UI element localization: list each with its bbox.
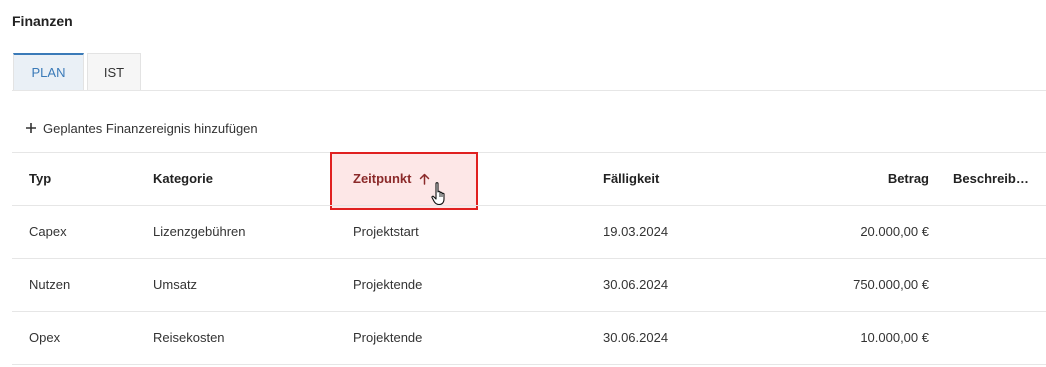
row-divider — [12, 364, 1046, 365]
cell-betrag: 20.000,00 € — [860, 224, 929, 239]
cell-faelligkeit: 19.03.2024 — [603, 224, 669, 239]
column-header-betrag[interactable]: Betrag — [830, 171, 929, 187]
cell-typ: Opex — [29, 330, 61, 345]
cell-betrag: 750.000,00 € — [853, 277, 929, 292]
table-top-divider — [12, 152, 1046, 153]
cell-zeitpunkt: Projektende — [353, 277, 423, 292]
cell-kategorie: Lizenzgebühren — [153, 224, 246, 239]
column-header-faelligkeit[interactable]: Fälligkeit — [603, 171, 659, 187]
cell-typ: Capex — [29, 224, 67, 239]
column-header-kategorie[interactable]: Kategorie — [153, 171, 213, 187]
arrow-up-icon — [419, 173, 430, 185]
column-header-zeitpunkt[interactable]: Zeitpunkt — [353, 171, 430, 187]
cell-typ: Nutzen — [29, 277, 71, 292]
column-header-zeitpunkt-label: Zeitpunkt — [353, 171, 412, 186]
column-header-beschreibung[interactable]: Beschreib… — [953, 171, 1029, 187]
tab-bar: PLAN IST — [13, 53, 141, 90]
cell-zeitpunkt: Projektstart — [353, 224, 419, 239]
cell-faelligkeit: 30.06.2024 — [603, 330, 669, 345]
hand-pointer-icon — [431, 181, 449, 212]
header-divider — [12, 205, 1046, 206]
tab-ist[interactable]: IST — [87, 53, 141, 90]
column-header-typ[interactable]: Typ — [29, 171, 51, 187]
tab-divider — [12, 90, 1046, 91]
cell-zeitpunkt: Projektende — [353, 330, 423, 345]
plus-icon — [26, 123, 36, 133]
add-planned-event-label: Geplantes Finanzereignis hinzufügen — [43, 120, 258, 136]
cell-kategorie: Umsatz — [153, 277, 198, 292]
section-title: Finanzen — [12, 13, 73, 29]
cell-faelligkeit: 30.06.2024 — [603, 277, 669, 292]
cell-betrag: 10.000,00 € — [860, 330, 929, 345]
row-divider — [12, 258, 1046, 259]
add-planned-event-button[interactable]: Geplantes Finanzereignis hinzufügen — [26, 118, 258, 138]
row-divider — [12, 311, 1046, 312]
tab-plan[interactable]: PLAN — [13, 53, 84, 90]
cell-kategorie: Reisekosten — [153, 330, 225, 345]
